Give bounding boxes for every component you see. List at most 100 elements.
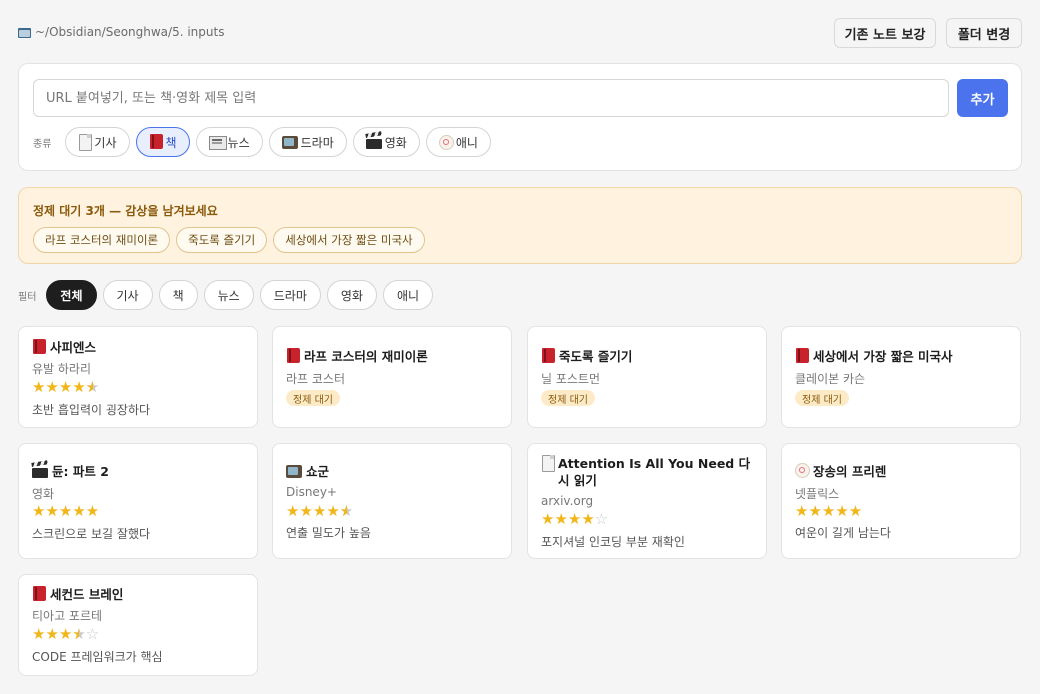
card-subtitle: 넷플릭스 bbox=[795, 487, 840, 501]
card-note: 연출 밀도가 높음 bbox=[286, 526, 371, 540]
note-card[interactable]: 세상에서 가장 짧은 미국사 클레이본 카슨 정제 대기 bbox=[781, 326, 1021, 428]
card-title: 죽도록 즐기기 bbox=[559, 349, 633, 364]
card-title-wrap: 세상에서 가장 짧은 미국사 bbox=[795, 348, 1010, 365]
note-card[interactable]: 쇼군 Disney+ ★★★★★ 연출 밀도가 높음 bbox=[272, 443, 512, 559]
header: ~/Obsidian/Seonghwa/5. inputs 기존 노트 보강 폴… bbox=[18, 18, 1022, 48]
note-card[interactable]: 라프 코스터의 재미이론 라프 코스터 정제 대기 bbox=[272, 326, 512, 428]
vault-path-text: ~/Obsidian/Seonghwa/5. inputs bbox=[35, 25, 225, 39]
pending-title: 정제 대기 3개 — 감상을 남겨보세요 bbox=[33, 204, 218, 218]
note-card[interactable]: 듄: 파트 2 영화 ★★★★★ 스크린으로 보길 잘했다 bbox=[18, 443, 258, 559]
filter-drama[interactable]: 드라마 bbox=[259, 280, 321, 310]
note-card[interactable]: 세컨드 브레인 티아고 포르테 ★★★★☆ CODE 프레임워크가 핵심 bbox=[18, 574, 258, 676]
card-subtitle: arxiv.org bbox=[541, 494, 594, 508]
card-note: 포지셔널 인코딩 부분 재확인 bbox=[541, 535, 685, 549]
card-title: 세컨드 브레인 bbox=[50, 587, 124, 602]
document-icon bbox=[78, 134, 93, 151]
document-icon bbox=[541, 455, 555, 472]
pending-badge: 정제 대기 bbox=[286, 390, 340, 406]
note-card[interactable]: 죽도록 즐기기 닐 포스트먼 정제 대기 bbox=[527, 326, 767, 428]
pending-refinement-banner: 정제 대기 3개 — 감상을 남겨보세요 라프 코스터의 재미이론 죽도록 즐기… bbox=[18, 187, 1022, 264]
card-subtitle: 라프 코스터 bbox=[286, 372, 346, 386]
naruto-icon bbox=[795, 463, 810, 478]
salvage-notes-button[interactable]: 기존 노트 보강 bbox=[834, 18, 936, 48]
naruto-icon bbox=[438, 134, 454, 150]
star-rating: ★★★★★ bbox=[32, 502, 100, 520]
folder-icon bbox=[18, 27, 32, 38]
note-card[interactable]: 장송의 프리렌 넷플릭스 ★★★★★ 여운이 길게 남는다 bbox=[781, 443, 1021, 559]
card-subtitle: 유발 하라리 bbox=[32, 362, 92, 376]
card-title-wrap: Attention Is All You Need 다시 읽기 bbox=[541, 455, 756, 489]
filter-all[interactable]: 전체 bbox=[46, 280, 97, 310]
star-rating: ★★★★★ bbox=[32, 379, 99, 395]
url-title-input[interactable] bbox=[33, 79, 949, 117]
card-title: 사피엔스 bbox=[50, 340, 97, 355]
card-subtitle: 티아고 포르테 bbox=[32, 609, 103, 623]
filter-anime[interactable]: 애니 bbox=[382, 280, 434, 310]
type-chip-article[interactable]: 기사 bbox=[65, 127, 130, 157]
note-card[interactable]: Attention Is All You Need 다시 읽기 arxiv.or… bbox=[527, 443, 767, 559]
change-folder-button[interactable]: 폴더 변경 bbox=[946, 18, 1022, 48]
card-title-wrap: 장송의 프리렌 bbox=[795, 463, 1010, 480]
card-title-wrap: 죽도록 즐기기 bbox=[541, 348, 756, 365]
card-subtitle: Disney+ bbox=[286, 485, 337, 499]
card-title: 라프 코스터의 재미이론 bbox=[304, 349, 428, 364]
clapperboard-icon bbox=[365, 134, 383, 150]
pending-items: 라프 코스터의 재미이론 죽도록 즐기기 세상에서 가장 짧은 미국사 bbox=[33, 227, 425, 253]
card-title-wrap: 쇼군 bbox=[286, 463, 501, 480]
type-label: 종류 bbox=[33, 138, 52, 150]
card-title-wrap: 세컨드 브레인 bbox=[32, 586, 247, 603]
pending-item[interactable]: 죽도록 즐기기 bbox=[176, 227, 268, 253]
card-subtitle: 닐 포스트먼 bbox=[541, 372, 601, 386]
card-title: Attention Is All You Need 다시 읽기 bbox=[558, 456, 751, 488]
add-input-card: 추가 종류 기사 책 뉴스 드라마 영화 애니 bbox=[18, 63, 1022, 171]
card-note: 여운이 길게 남는다 bbox=[795, 526, 891, 540]
book-icon bbox=[32, 586, 47, 602]
type-chip-label: 뉴스 bbox=[227, 135, 250, 150]
filter-bar: 필터 전체 기사 책 뉴스 드라마 영화 애니 bbox=[18, 280, 434, 310]
filter-movie[interactable]: 영화 bbox=[326, 280, 377, 310]
book-icon bbox=[795, 348, 810, 364]
vault-path: ~/Obsidian/Seonghwa/5. inputs bbox=[18, 25, 224, 39]
type-chip-label: 영화 bbox=[384, 135, 407, 150]
type-chip-label: 드라마 bbox=[300, 135, 334, 150]
add-button[interactable]: 추가 bbox=[957, 79, 1008, 117]
card-title: 쇼군 bbox=[306, 464, 330, 479]
card-title: 듄: 파트 2 bbox=[52, 464, 109, 479]
filter-article[interactable]: 기사 bbox=[102, 280, 153, 310]
filter-book[interactable]: 책 bbox=[158, 280, 198, 310]
newspaper-icon bbox=[208, 135, 227, 150]
card-note: CODE 프레임워크가 핵심 bbox=[32, 650, 163, 664]
card-title: 장송의 프리렌 bbox=[813, 464, 887, 479]
clapperboard-icon bbox=[32, 463, 49, 479]
pending-badge: 정제 대기 bbox=[541, 390, 595, 406]
book-icon bbox=[149, 134, 164, 150]
card-title-wrap: 듄: 파트 2 bbox=[32, 463, 247, 480]
star-rating: ★★★★☆ bbox=[541, 510, 609, 528]
card-note: 스크린으로 보길 잘했다 bbox=[32, 527, 151, 541]
type-chip-book[interactable]: 책 bbox=[135, 127, 190, 157]
book-icon bbox=[286, 348, 301, 364]
type-chip-movie[interactable]: 영화 bbox=[352, 127, 420, 157]
pending-item[interactable]: 세상에서 가장 짧은 미국사 bbox=[273, 227, 425, 253]
book-icon bbox=[32, 339, 47, 355]
type-chip-drama[interactable]: 드라마 bbox=[268, 127, 347, 157]
card-title-wrap: 라프 코스터의 재미이론 bbox=[286, 348, 501, 365]
book-icon bbox=[541, 348, 556, 364]
type-chip-news[interactable]: 뉴스 bbox=[195, 127, 263, 157]
note-card[interactable]: 사피엔스 유발 하라리 ★★★★★ 초반 흡입력이 굉장하다 bbox=[18, 326, 258, 428]
tv-icon bbox=[281, 134, 299, 150]
card-subtitle: 클레이본 카슨 bbox=[795, 372, 866, 386]
type-chip-label: 책 bbox=[165, 135, 177, 150]
card-note: 초반 흡입력이 굉장하다 bbox=[32, 403, 151, 417]
card-subtitle: 영화 bbox=[32, 487, 55, 501]
type-chip-anime[interactable]: 애니 bbox=[425, 127, 491, 157]
filter-news[interactable]: 뉴스 bbox=[203, 280, 254, 310]
tv-icon bbox=[286, 463, 303, 479]
filter-label: 필터 bbox=[18, 291, 37, 303]
star-rating: ★★★★★ bbox=[286, 503, 353, 519]
card-title-wrap: 사피엔스 bbox=[32, 339, 247, 356]
type-selector: 종류 기사 책 뉴스 드라마 영화 애니 bbox=[33, 127, 491, 157]
pending-badge: 정제 대기 bbox=[795, 390, 849, 406]
star-rating: ★★★★☆ bbox=[32, 626, 99, 642]
pending-item[interactable]: 라프 코스터의 재미이론 bbox=[33, 227, 171, 253]
